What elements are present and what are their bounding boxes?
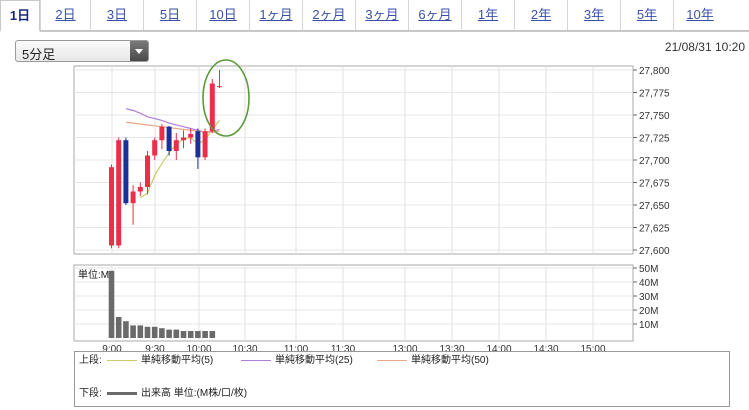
volume-unit-label: 単位:M <box>78 270 110 281</box>
candle-body <box>109 167 114 246</box>
legend-volume-label: 出来高 単位:(M株/口/枚) <box>141 388 248 399</box>
volume-bar <box>123 321 129 338</box>
volume-bar <box>195 331 201 338</box>
candle-body <box>166 126 172 151</box>
volume-tick-label: 30M <box>639 292 658 303</box>
legend-ma25: 単純移動平均(25) <box>241 354 353 368</box>
price-tick-label: 27,800 <box>639 66 670 77</box>
volume-bar <box>137 325 144 338</box>
candle-body <box>188 133 194 138</box>
candle-body <box>209 83 215 132</box>
price-tick-label: 27,725 <box>639 134 670 145</box>
volume-bar <box>144 326 151 338</box>
chart-legend: 上段: 単純移動平均(5) 単純移動平均(25) 単純移動平均(50) 下段: … <box>74 351 730 407</box>
candle-body <box>195 131 201 158</box>
volume-bar <box>115 317 122 338</box>
legend-ma25-label: 単純移動平均(25) <box>275 355 353 366</box>
price-tick-label: 27,625 <box>639 224 670 235</box>
stock-chart: 9:00 9:30 10:00 10:30 11:00 11:30 13:00 13:30 14… <box>73 59 670 355</box>
volume-bar <box>151 326 158 338</box>
candle-body <box>152 140 158 156</box>
candle-body <box>217 86 222 88</box>
candle-body <box>173 140 179 151</box>
legend-ma50-label: 単純移動平均(50) <box>411 355 489 366</box>
volume-bar <box>130 325 136 338</box>
volume-tick-label: 10M <box>639 320 658 331</box>
volume-bar <box>202 331 208 338</box>
volume-panel-frame <box>73 264 634 342</box>
legend-ma5-label: 単純移動平均(5) <box>141 355 214 366</box>
legend-volume: 出来高 単位:(M株/口/枚) <box>107 387 247 401</box>
price-tick-label: 27,775 <box>639 89 670 100</box>
volume-tick-label: 40M <box>639 278 658 289</box>
volume-tick-label: 20M <box>639 306 658 317</box>
candle-body <box>123 140 129 204</box>
candle-body <box>116 140 122 246</box>
legend-ma50: 単純移動平均(50) <box>377 354 489 368</box>
candle-body <box>137 187 143 192</box>
candle-body <box>159 126 165 141</box>
candle-body <box>130 191 136 204</box>
volume-bar <box>159 328 165 338</box>
volume-bar <box>187 331 194 338</box>
price-tick-label: 27,600 <box>639 246 670 257</box>
price-tick-label: 27,650 <box>639 201 670 212</box>
volume-bar <box>173 329 180 338</box>
legend-upper-prefix: 上段: <box>79 355 102 366</box>
volume-tick-label: 50M <box>639 264 658 275</box>
price-tick-label: 27,750 <box>639 111 670 122</box>
candle-body <box>145 155 150 187</box>
price-tick-label: 27,700 <box>639 156 670 167</box>
candle-body <box>181 137 186 141</box>
volume-bar <box>180 331 187 338</box>
volume-bar <box>108 270 115 338</box>
legend-ma5: 単純移動平均(5) <box>107 354 213 368</box>
candle-body <box>202 131 208 158</box>
volume-bar <box>209 331 216 338</box>
price-tick-label: 27,675 <box>639 179 670 190</box>
volume-bar <box>166 329 172 338</box>
legend-lower-prefix: 下段: <box>79 388 102 399</box>
